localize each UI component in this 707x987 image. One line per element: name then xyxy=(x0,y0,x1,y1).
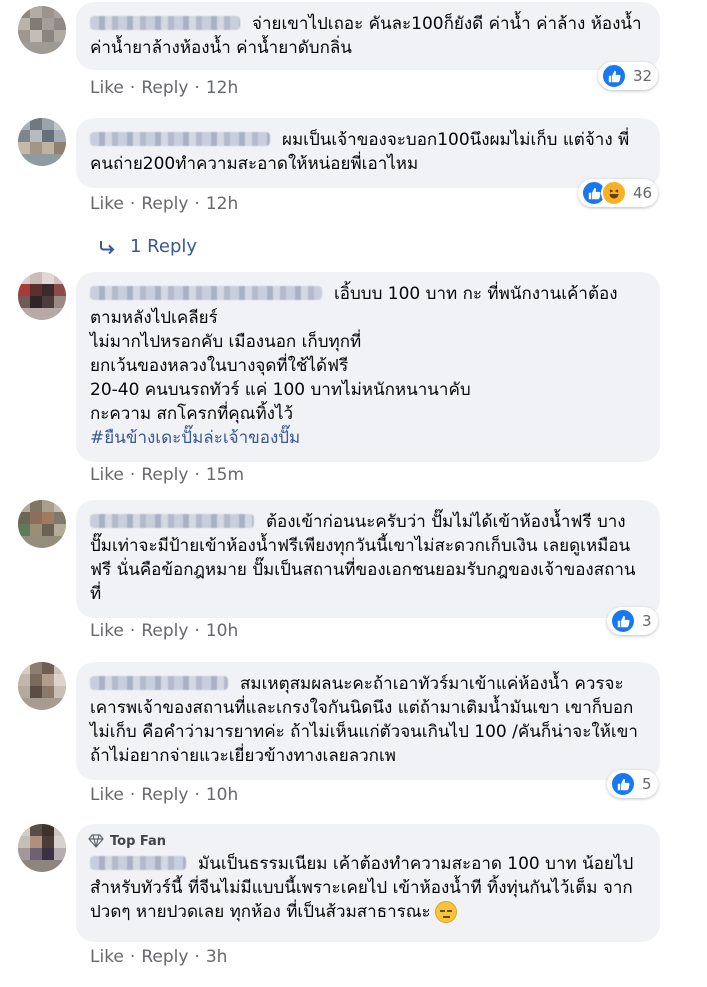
diamond-icon xyxy=(88,834,104,848)
reply-button[interactable]: Reply xyxy=(141,621,188,641)
separator-dot: · xyxy=(129,947,136,967)
haha-icon xyxy=(601,180,627,206)
comment-bubble: ต้องเข้าก่อนนะครับว่า ปั๊มไม่ได้เข้าห้อง… xyxy=(76,500,660,618)
separator-dot: · xyxy=(129,194,136,214)
reaction-summary[interactable]: 5 xyxy=(607,770,658,798)
timestamp[interactable]: 10h xyxy=(206,785,238,805)
hashtag-link[interactable]: #ยืนข้างเดะปั๊มล่ะเจ้าของปั๊ม xyxy=(90,426,646,450)
avatar[interactable] xyxy=(18,662,66,710)
reaction-summary[interactable]: 32 xyxy=(598,62,659,90)
timestamp[interactable]: 10h xyxy=(206,621,238,641)
commenter-name[interactable] xyxy=(90,131,270,146)
commenter-name[interactable] xyxy=(90,15,240,30)
expressionless-face-icon xyxy=(434,901,457,923)
separator-dot: · xyxy=(194,785,200,805)
commenter-name[interactable] xyxy=(90,513,254,528)
reaction-count: 5 xyxy=(642,775,652,793)
separator-dot: · xyxy=(129,621,136,641)
like-icon xyxy=(610,771,636,797)
commenter-name[interactable] xyxy=(90,675,228,690)
separator-dot: · xyxy=(129,465,136,485)
separator-dot: · xyxy=(194,78,200,98)
replies-label: 1 Reply xyxy=(130,236,198,257)
like-icon xyxy=(610,608,636,634)
commenter-name[interactable] xyxy=(90,285,322,300)
reply-button[interactable]: Reply xyxy=(141,78,188,98)
avatar[interactable] xyxy=(18,500,66,548)
reaction-count: 3 xyxy=(642,612,652,630)
timestamp[interactable]: 15m xyxy=(206,465,244,485)
comment-actions: Like · Reply · 10h xyxy=(90,785,238,805)
avatar[interactable] xyxy=(18,272,66,320)
like-button[interactable]: Like xyxy=(90,947,124,967)
like-button[interactable]: Like xyxy=(90,78,124,98)
reaction-count: 32 xyxy=(633,67,653,85)
separator-dot: · xyxy=(194,194,200,214)
comment-actions: Like · Reply · 12h xyxy=(90,194,238,214)
top-fan-badge: Top Fan xyxy=(88,832,646,850)
comment-actions: Like · Reply · 12h xyxy=(90,78,238,98)
like-button[interactable]: Like xyxy=(90,621,124,641)
like-button[interactable]: Like xyxy=(90,465,124,485)
separator-dot: · xyxy=(194,947,200,967)
separator-dot: · xyxy=(194,621,200,641)
avatar[interactable] xyxy=(18,6,66,54)
comment-actions: Like · Reply · 15m xyxy=(90,465,244,485)
like-icon xyxy=(601,63,627,89)
avatar[interactable] xyxy=(18,118,66,166)
timestamp[interactable]: 12h xyxy=(206,78,238,98)
timestamp[interactable]: 12h xyxy=(206,194,238,214)
avatar[interactable] xyxy=(18,824,66,872)
separator-dot: · xyxy=(194,465,200,485)
comment-text: เอิ้บบบ 100 บาท กะ ที่พนักงานเค้าต้อง ตา… xyxy=(90,284,618,424)
reply-button[interactable]: Reply xyxy=(141,465,188,485)
comment-bubble: จ่ายเขาไปเถอะ คันละ100ก็ยังดี ค่าน้ำ ค่า… xyxy=(76,2,660,70)
commenter-name[interactable] xyxy=(90,855,186,870)
reaction-summary[interactable]: 3 xyxy=(607,607,658,635)
reply-button[interactable]: Reply xyxy=(141,194,188,214)
comment-actions: Like · Reply · 3h xyxy=(90,947,227,967)
reaction-count: 46 xyxy=(633,184,653,202)
like-button[interactable]: Like xyxy=(90,785,124,805)
comment-bubble: สมเหตุสมผลนะคะถ้าเอาทัวร์มาเข้าแค่ห้องน้… xyxy=(76,662,660,780)
reply-arrow-icon xyxy=(100,240,115,254)
comment-actions: Like · Reply · 10h xyxy=(90,621,238,641)
reply-button[interactable]: Reply xyxy=(141,785,188,805)
comment-bubble: ผมเป็นเจ้าของจะบอก100นึงผมไม่เก็บ แต่จ้า… xyxy=(76,118,660,188)
view-replies-link[interactable]: 1 Reply xyxy=(98,236,197,257)
reply-button[interactable]: Reply xyxy=(141,947,188,967)
comment-bubble: เอิ้บบบ 100 บาท กะ ที่พนักงานเค้าต้อง ตา… xyxy=(76,272,660,462)
comment-bubble: Top Fan มันเป็นธรรมเนียม เค้าต้องทำความส… xyxy=(76,824,660,942)
reaction-summary[interactable]: 46 xyxy=(578,179,659,207)
timestamp[interactable]: 3h xyxy=(206,947,228,967)
separator-dot: · xyxy=(129,785,136,805)
like-button[interactable]: Like xyxy=(90,194,124,214)
separator-dot: · xyxy=(129,78,136,98)
